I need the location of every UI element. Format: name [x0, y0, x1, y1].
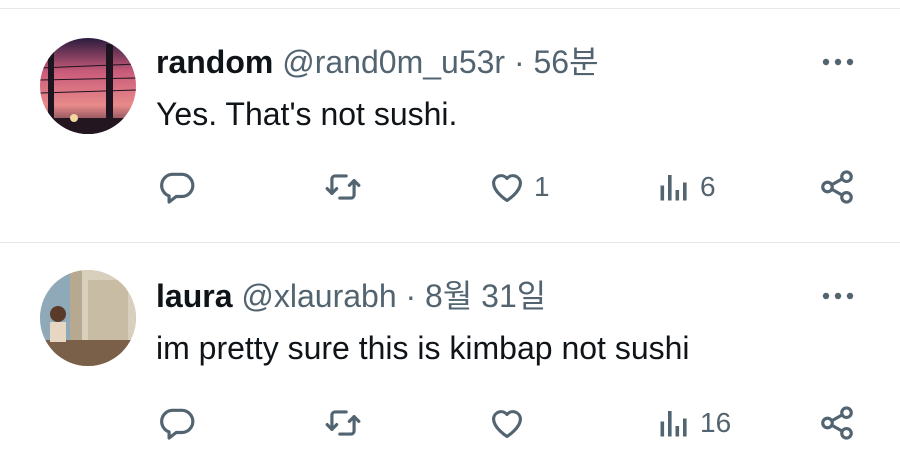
reply-icon: [160, 408, 195, 440]
reply-button[interactable]: [158, 398, 204, 448]
avatar[interactable]: [40, 270, 136, 366]
reply-button[interactable]: [158, 162, 204, 212]
share-icon: [821, 170, 853, 204]
separator-dot: ·: [405, 278, 417, 314]
display-name[interactable]: random: [156, 44, 273, 80]
more-button[interactable]: [812, 276, 864, 316]
like-button[interactable]: [488, 398, 534, 448]
timestamp[interactable]: 56분: [534, 44, 599, 80]
like-icon: [491, 410, 523, 439]
views-icon: [660, 411, 687, 437]
views-button[interactable]: 16: [656, 398, 731, 448]
action-bar: 1 6: [0, 162, 900, 212]
repost-icon: [325, 174, 361, 200]
share-button[interactable]: [818, 162, 856, 212]
more-icon: [822, 292, 854, 300]
user-handle[interactable]: @xlaurabh: [241, 278, 396, 314]
views-count: 16: [700, 407, 732, 438]
tweet-divider: [0, 242, 900, 243]
repost-button[interactable]: [323, 162, 371, 212]
like-count: 1: [534, 171, 550, 202]
more-icon: [822, 58, 854, 66]
share-button[interactable]: [818, 398, 856, 448]
repost-button[interactable]: [323, 398, 371, 448]
separator-dot: ·: [513, 44, 525, 80]
display-name[interactable]: laura: [156, 278, 232, 314]
views-icon: [660, 175, 687, 201]
tweet-header: laura @xlaurabh · 8월 31일: [156, 276, 546, 316]
reply-icon: [160, 172, 195, 204]
top-divider: [0, 8, 900, 9]
avatar[interactable]: [40, 38, 136, 134]
user-handle[interactable]: @rand0m_u53r: [282, 44, 505, 80]
views-button[interactable]: 6: [656, 162, 716, 212]
timestamp[interactable]: 8월 31일: [425, 278, 546, 314]
views-count: 6: [700, 171, 716, 202]
tweet-header: random @rand0m_u53r · 56분: [156, 42, 599, 82]
tweet-text: im pretty sure this is kimbap not sushi: [156, 330, 690, 366]
reply-tweet[interactable]: random @rand0m_u53r · 56분 Yes. That's no…: [0, 10, 900, 242]
repost-icon: [325, 410, 361, 436]
reply-tweet[interactable]: laura @xlaurabh · 8월 31일 im pretty sure …: [0, 244, 900, 476]
like-icon: [491, 174, 523, 203]
more-button[interactable]: [812, 42, 864, 82]
action-bar: 16: [0, 398, 900, 448]
like-button[interactable]: 1: [488, 162, 550, 212]
share-icon: [821, 406, 853, 440]
tweet-text: Yes. That's not sushi.: [156, 96, 458, 132]
